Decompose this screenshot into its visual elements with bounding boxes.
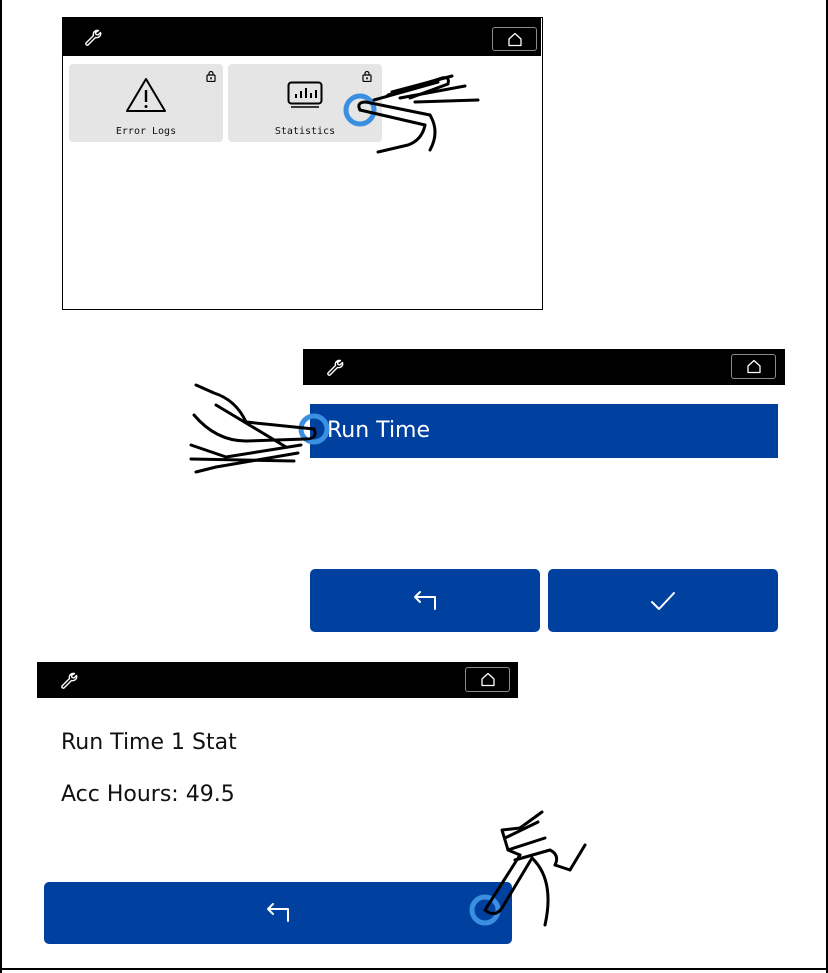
frame-border-left bbox=[0, 0, 2, 973]
back-button[interactable] bbox=[44, 882, 512, 944]
top-bar bbox=[37, 662, 518, 698]
top-bar bbox=[303, 349, 785, 385]
pointing-hand-icon bbox=[189, 383, 330, 474]
home-icon bbox=[507, 32, 522, 46]
list-item-label: Run Time bbox=[327, 418, 431, 443]
warning-icon bbox=[126, 78, 166, 112]
acc-hours-value: Acc Hours: 49.5 bbox=[61, 782, 235, 807]
back-button[interactable] bbox=[310, 569, 540, 632]
back-arrow-icon bbox=[267, 903, 289, 922]
home-button[interactable] bbox=[465, 667, 510, 692]
home-icon bbox=[480, 672, 495, 687]
tile-error-logs[interactable]: Error Logs bbox=[69, 64, 223, 142]
lock-icon bbox=[206, 70, 216, 82]
checkmark-icon bbox=[651, 591, 675, 610]
home-icon bbox=[746, 359, 761, 374]
statistics-icon bbox=[287, 81, 323, 108]
stat-title: Run Time 1 Stat bbox=[61, 730, 237, 755]
pointing-hand-icon bbox=[469, 810, 587, 927]
pointing-hand-icon bbox=[343, 74, 480, 154]
list-item-run-time[interactable]: Run Time bbox=[310, 404, 778, 458]
home-button[interactable] bbox=[492, 27, 537, 51]
frame-border-bottom bbox=[0, 968, 828, 970]
wrench-icon bbox=[85, 29, 102, 46]
wrench-icon bbox=[61, 672, 78, 689]
top-bar bbox=[63, 18, 541, 56]
tile-label: Error Logs bbox=[115, 126, 177, 137]
back-arrow-icon bbox=[414, 590, 436, 610]
home-button[interactable] bbox=[731, 354, 776, 379]
confirm-button[interactable] bbox=[548, 569, 778, 632]
